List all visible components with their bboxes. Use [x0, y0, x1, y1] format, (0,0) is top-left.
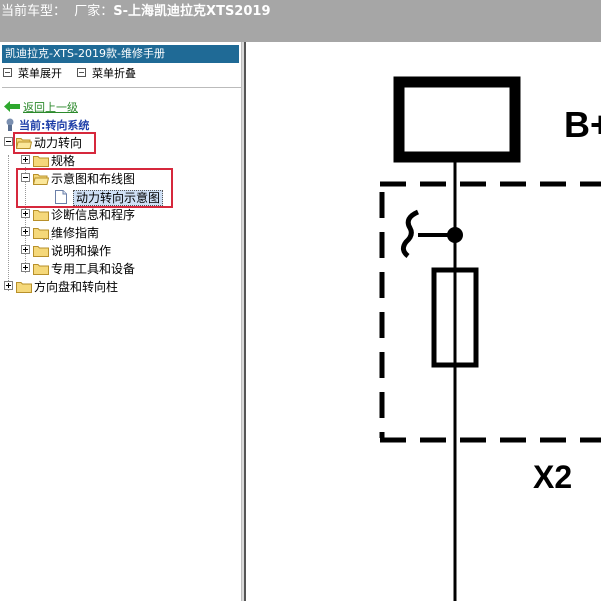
current-section: 当前:转向系统: [4, 116, 89, 133]
expand-toggle-icon[interactable]: [21, 245, 30, 254]
title-model: S-上海凯迪拉克XTS2019: [113, 4, 271, 19]
label-x2: X2: [533, 459, 572, 495]
expand-all-label: 菜单展开: [18, 67, 62, 80]
tree-item-label: 维修指南: [51, 226, 100, 240]
title-prefix: 当前车型：: [1, 4, 67, 19]
collapse-all-label: 菜单折叠: [92, 67, 136, 80]
back-link-label: 返回上一级: [23, 101, 78, 114]
tree-item-description-operation[interactable]: 说明和操作: [21, 242, 111, 260]
connector-symbol: [400, 209, 420, 258]
folder-icon: [16, 282, 32, 293]
folder-icon: [33, 210, 49, 221]
expand-all-button[interactable]: 菜单展开: [3, 67, 62, 81]
expand-toggle-icon[interactable]: [21, 227, 30, 236]
label-b-plus: B+: [564, 104, 601, 145]
tree-item-label: 说明和操作: [51, 244, 112, 258]
schematic-svg: B+ X2: [379, 76, 601, 601]
title-maker-label: 厂家：: [74, 4, 114, 19]
tree-item-steering-wheel-column[interactable]: 方向盘和转向柱: [4, 278, 118, 296]
expand-toggle-icon[interactable]: [4, 281, 13, 290]
manual-tree-pane: 凯迪拉克-XTS-2019款-维修手册 菜单展开 菜单折叠 返回上一级 当前:转…: [0, 42, 241, 601]
folder-icon: [33, 264, 49, 275]
tree-item-label: 专用工具和设备: [51, 262, 136, 276]
folder-icon: [33, 228, 49, 239]
location-pin-icon: [6, 118, 14, 131]
highlight-box: [13, 132, 96, 154]
window-titlebar: 当前车型： 厂家：S-上海凯迪拉克XTS2019: [0, 0, 601, 42]
tree-item-label: 方向盘和转向柱: [34, 280, 119, 294]
tree-item-label: 规格: [51, 154, 76, 168]
schematic-diagram: B+ X2: [246, 42, 601, 601]
terminal-block: [393, 76, 521, 163]
tree-item-label: 诊断信息和程序: [51, 208, 136, 222]
tree-item-repair-guide[interactable]: 维修指南: [21, 224, 99, 242]
tree-item-special-tools[interactable]: 专用工具和设备: [21, 260, 135, 278]
folder-icon: [33, 246, 49, 257]
collapse-all-button[interactable]: 菜单折叠: [77, 67, 136, 81]
expand-icon: [3, 68, 12, 77]
tree-connector: [8, 155, 10, 291]
highlight-box: [16, 168, 173, 208]
current-section-label: 当前:转向系统: [19, 119, 90, 132]
window-title: 当前车型： 厂家：S-上海凯迪拉克XTS2019: [1, 4, 271, 20]
folder-icon: [33, 156, 49, 167]
expand-toggle-icon[interactable]: [21, 155, 30, 164]
collapse-toggle-icon[interactable]: [4, 137, 13, 146]
back-arrow-icon: [4, 101, 20, 112]
tree-item-diagnostics[interactable]: 诊断信息和程序: [21, 206, 135, 224]
collapse-icon: [77, 68, 86, 77]
expand-toggle-icon[interactable]: [21, 263, 30, 272]
panel-header: 凯迪拉克-XTS-2019款-维修手册: [2, 45, 239, 63]
panel-divider: [2, 87, 241, 88]
expand-toggle-icon[interactable]: [21, 209, 30, 218]
back-link[interactable]: 返回上一级: [4, 100, 78, 115]
